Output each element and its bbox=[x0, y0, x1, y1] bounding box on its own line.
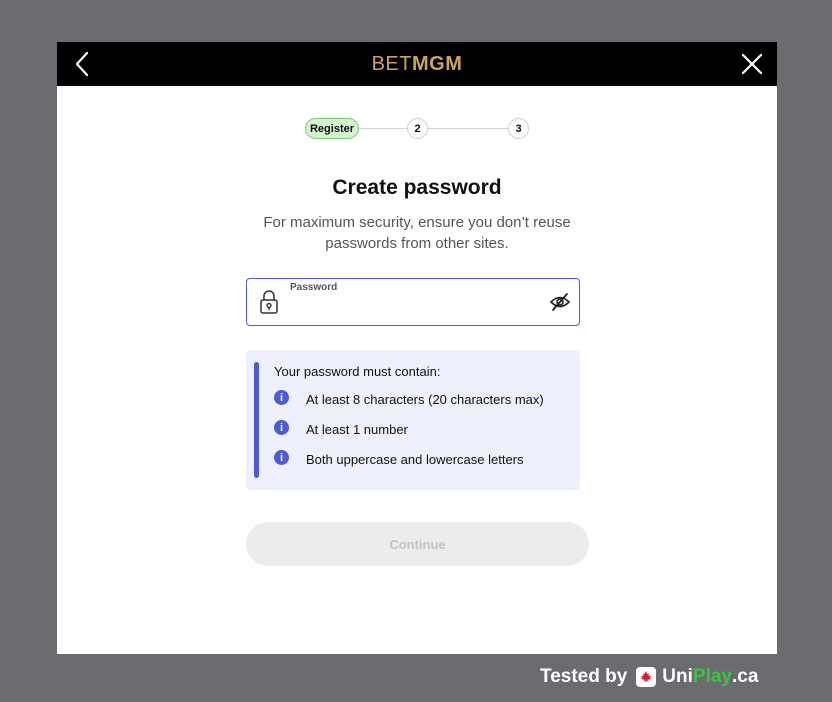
step-connector bbox=[359, 128, 407, 129]
lock-icon bbox=[260, 290, 278, 314]
password-label: Password bbox=[290, 282, 338, 293]
requirement-text: Both uppercase and lowercase letters bbox=[306, 452, 524, 467]
close-icon bbox=[741, 53, 763, 75]
step-2: 2 bbox=[407, 118, 428, 139]
canada-flag-icon bbox=[636, 667, 657, 687]
requirement-item: i At least 8 characters (20 characters m… bbox=[274, 390, 544, 407]
brand-ca: .ca bbox=[731, 666, 759, 687]
tested-by-watermark: Tested by Uni Play .ca bbox=[540, 666, 758, 688]
close-button[interactable] bbox=[737, 49, 767, 79]
info-icon: i bbox=[274, 390, 289, 405]
password-input[interactable] bbox=[289, 297, 539, 319]
modal-header: BETMGM bbox=[57, 42, 777, 86]
brand-play: Play bbox=[692, 666, 732, 687]
step-connector bbox=[428, 128, 508, 129]
brand-uni: Uni bbox=[662, 666, 693, 687]
requirement-text: At least 1 number bbox=[306, 422, 408, 437]
requirements-accent-bar bbox=[254, 362, 259, 478]
page-subtitle: For maximum security, ensure you don’t r… bbox=[263, 214, 571, 252]
logo-bet: BET bbox=[371, 53, 412, 75]
register-modal: BETMGM Register 2 3 Create password For … bbox=[57, 42, 777, 654]
continue-button[interactable]: Continue bbox=[246, 522, 589, 566]
password-requirements: Your password must contain: i At least 8… bbox=[246, 350, 580, 490]
registration-stepper: Register 2 3 bbox=[57, 118, 777, 140]
step-3: 3 bbox=[508, 118, 529, 139]
password-field[interactable]: Password bbox=[246, 278, 580, 326]
page-title: Create password bbox=[332, 176, 502, 199]
requirement-item: i At least 1 number bbox=[274, 420, 408, 437]
eye-slash-icon[interactable] bbox=[549, 292, 571, 312]
info-icon: i bbox=[274, 420, 289, 435]
requirement-text: At least 8 characters (20 characters max… bbox=[306, 392, 544, 407]
step-register: Register bbox=[305, 118, 359, 139]
requirements-heading: Your password must contain: bbox=[274, 364, 441, 379]
tested-by-text: Tested by bbox=[540, 666, 628, 687]
info-icon: i bbox=[274, 450, 289, 465]
requirement-item: i Both uppercase and lowercase letters bbox=[274, 450, 524, 467]
betmgm-logo: BETMGM bbox=[57, 53, 777, 76]
logo-mgm: MGM bbox=[412, 53, 463, 75]
